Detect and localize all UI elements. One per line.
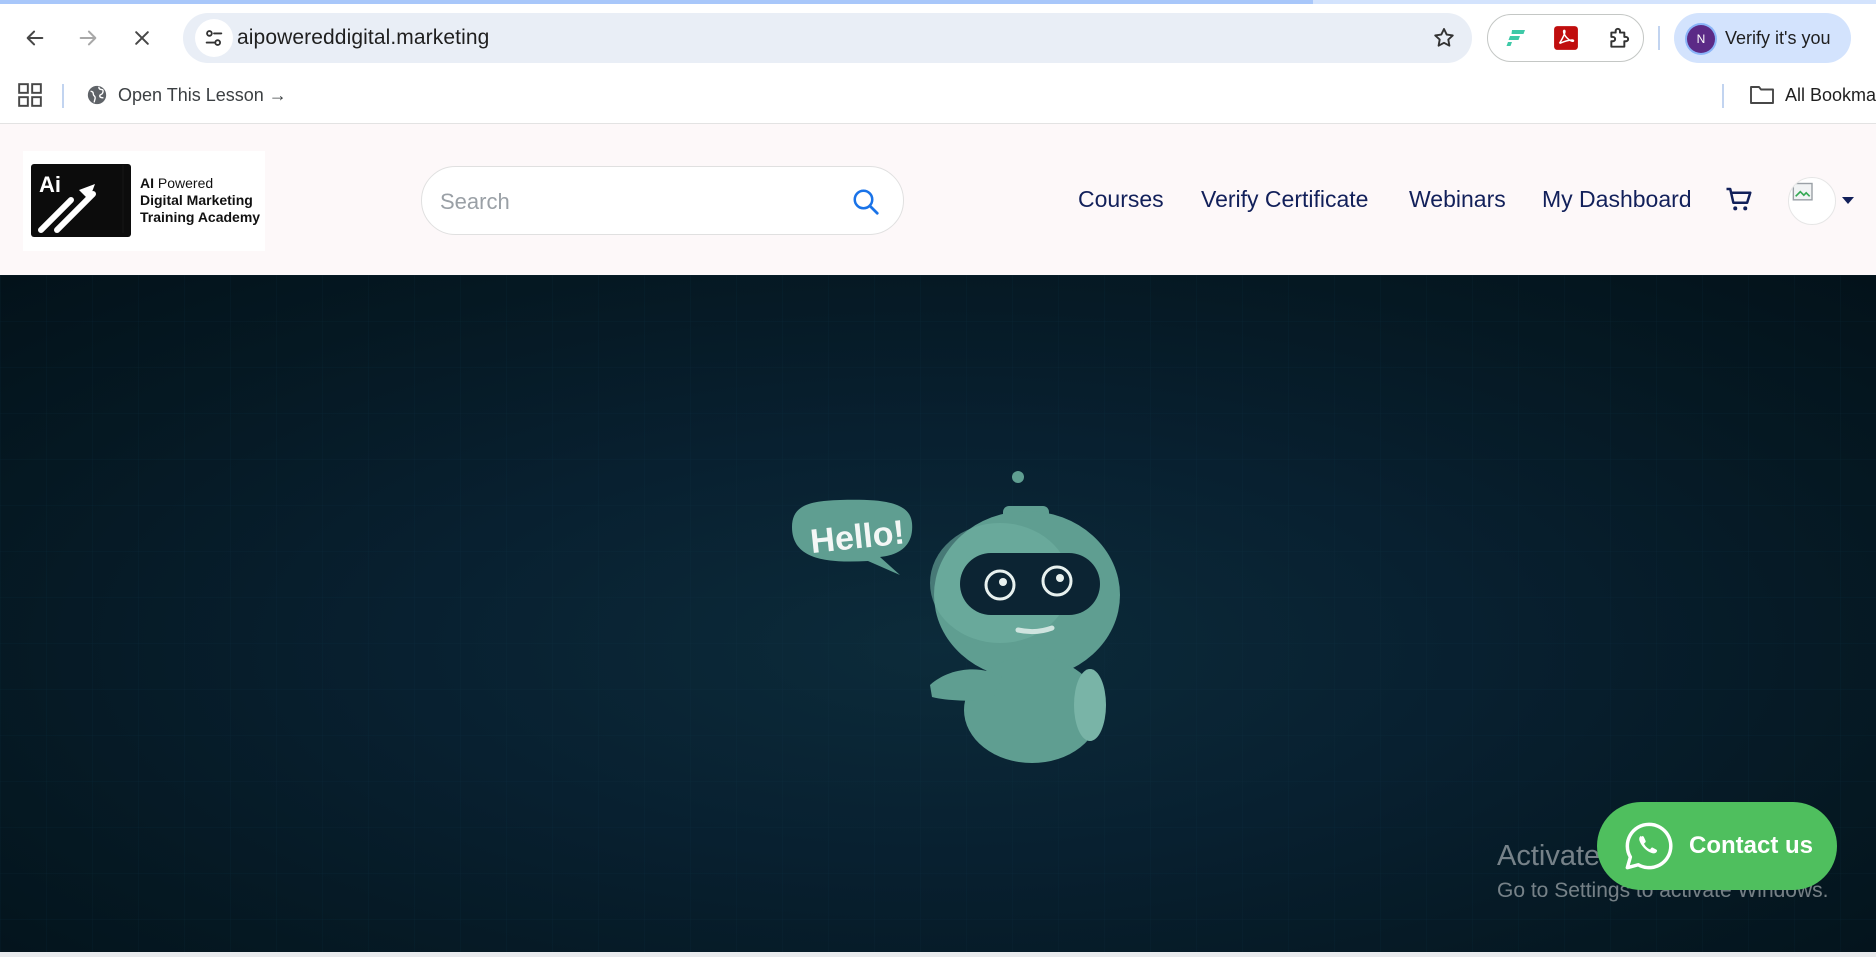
extension-f-button[interactable]	[1502, 23, 1532, 53]
robot-hello-illustration: Hello!	[792, 471, 1120, 763]
forward-button[interactable]	[68, 18, 108, 58]
site-search	[421, 166, 904, 235]
folder-icon	[1750, 86, 1774, 104]
logo-divider	[122, 165, 124, 233]
bookmark-open-this-lesson[interactable]: Open This Lesson →	[86, 82, 287, 108]
search-input[interactable]	[440, 187, 820, 217]
profile-label: Verify it's you	[1725, 28, 1831, 48]
stop-loading-button[interactable]	[122, 18, 162, 58]
profile-avatar: N	[1687, 25, 1715, 53]
broken-image-icon	[1792, 182, 1813, 201]
extensions-menu-button[interactable]	[1605, 23, 1635, 53]
forward-arrow-icon	[79, 30, 97, 46]
caret-down-icon[interactable]	[1840, 192, 1856, 208]
bookmarks-divider-right	[1722, 84, 1724, 108]
back-arrow-icon	[26, 30, 44, 46]
pdf-icon	[1554, 26, 1578, 50]
tune-icon	[205, 30, 223, 46]
back-button[interactable]	[15, 18, 55, 58]
window-bottom-edge	[0, 952, 1876, 957]
logo-line2: Digital Marketing	[140, 192, 253, 208]
nav-webinars[interactable]: Webinars	[1409, 186, 1506, 213]
bookmarks-bar: Open This Lesson → All Bookma	[0, 72, 1876, 124]
whatsapp-icon	[1625, 822, 1673, 870]
nav-courses[interactable]: Courses	[1078, 186, 1164, 213]
puzzle-icon	[1610, 27, 1630, 48]
site-info-button[interactable]	[195, 19, 233, 57]
logo-text: AI Powered Digital Marketing Training Ac…	[140, 175, 260, 226]
close-icon	[135, 31, 149, 45]
all-bookmarks-label: All Bookma	[1785, 84, 1876, 105]
bookmarks-divider	[62, 84, 64, 108]
toolbar-divider	[1658, 26, 1660, 50]
logo-line1-bold: AI	[140, 175, 154, 191]
logo-mark: Ai	[31, 164, 131, 237]
growth-arrow-icon	[38, 184, 96, 233]
hero-section: Hello! Activate Windows Go to Settings t…	[0, 275, 1876, 952]
search-icon[interactable]	[851, 187, 881, 217]
logo-line3: Training Academy	[140, 209, 261, 225]
browser-toolbar: aipowereddigital.marketing N Verify it's…	[0, 4, 1876, 72]
user-avatar[interactable]	[1788, 177, 1836, 225]
profile-button[interactable]: N Verify it's you	[1674, 13, 1851, 63]
star-icon	[1434, 28, 1454, 47]
globe-icon	[87, 85, 107, 105]
cart-icon[interactable]	[1724, 184, 1754, 214]
all-bookmarks-button[interactable]: All Bookma	[1749, 82, 1876, 108]
hello-speech-bubble: Hello!	[792, 499, 913, 575]
address-bar[interactable]: aipowereddigital.marketing	[183, 13, 1472, 63]
bookmark-label: Open This Lesson →	[118, 84, 287, 105]
contact-us-label: Contact us	[1689, 832, 1814, 859]
adobe-acrobat-extension-button[interactable]	[1551, 23, 1581, 53]
f-extension-icon	[1506, 30, 1525, 46]
extensions-group	[1487, 14, 1644, 62]
logo-line1-rest: Powered	[154, 175, 214, 191]
apps-grid-icon[interactable]	[17, 82, 43, 108]
site-logo[interactable]: Ai AI Powered Digital Marketing Training…	[23, 151, 265, 251]
nav-verify-certificate[interactable]: Verify Certificate	[1201, 186, 1368, 213]
nav-my-dashboard[interactable]: My Dashboard	[1542, 186, 1692, 213]
whatsapp-contact-button[interactable]: Contact us	[1597, 802, 1837, 890]
bookmark-star-button[interactable]	[1430, 24, 1458, 52]
url-text[interactable]: aipowereddigital.marketing	[237, 26, 489, 50]
site-header: Ai AI Powered Digital Marketing Training…	[0, 124, 1876, 275]
